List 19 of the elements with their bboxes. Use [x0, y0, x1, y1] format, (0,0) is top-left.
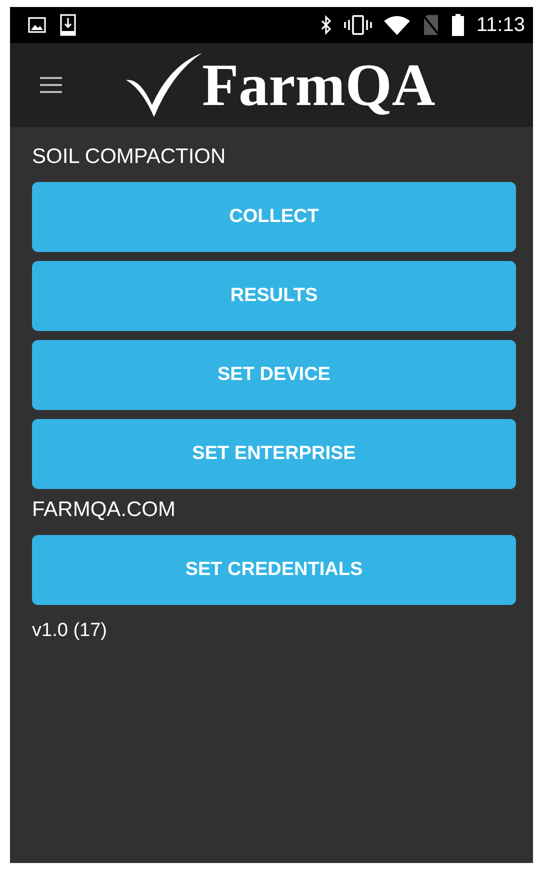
version-label: v1.0 (17): [32, 620, 108, 642]
menu-icon[interactable]: [40, 76, 62, 94]
action-button[interactable]: RESULTS: [32, 261, 516, 331]
section-heading: SOIL COMPACTION: [32, 145, 227, 170]
clock: 11:13: [476, 14, 525, 36]
checkmark-icon: [126, 53, 202, 117]
action-button[interactable]: SET ENTERPRISE: [32, 419, 516, 489]
action-button[interactable]: SET DEVICE: [32, 340, 516, 410]
no-sim-icon: [422, 14, 440, 36]
section-heading: FARMQA.COM: [32, 498, 177, 523]
download-icon: [60, 14, 76, 36]
vibrate-icon: [344, 15, 372, 35]
wifi-icon: [384, 15, 410, 35]
action-button[interactable]: COLLECT: [32, 182, 516, 252]
bluetooth-icon: [320, 15, 332, 35]
action-button[interactable]: SET CREDENTIALS: [32, 535, 516, 605]
app-title: FarmQA: [202, 55, 436, 115]
battery-icon: [452, 14, 464, 36]
image-icon: [28, 17, 46, 33]
